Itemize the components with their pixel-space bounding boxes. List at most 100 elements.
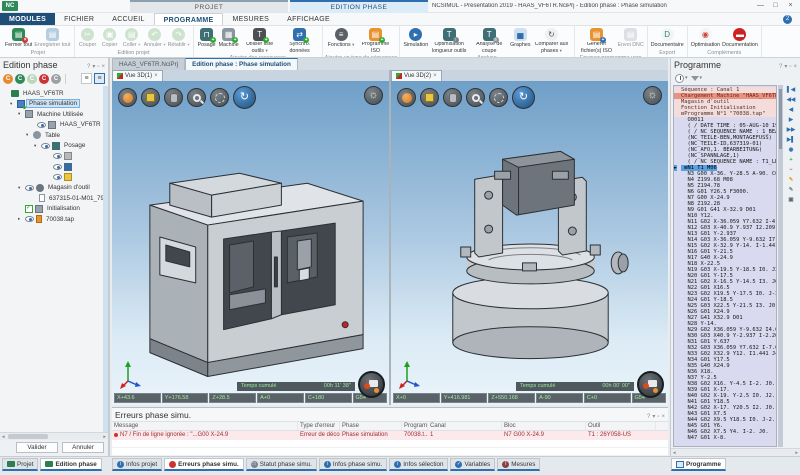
cube-view-icon[interactable] [420, 88, 439, 107]
viewport-tab[interactable]: Vue 3D(2) × [391, 70, 442, 81]
history-clock-icon[interactable]: ▾ [675, 74, 688, 83]
step-forward-icon[interactable]: ▶ [789, 117, 793, 124]
error-column-header[interactable]: Program... [402, 422, 428, 430]
code-horizontal-scrollbar[interactable] [671, 448, 800, 456]
highlight-edit-icon[interactable]: ✎ [789, 177, 794, 184]
section-view-icon[interactable] [489, 88, 508, 107]
bottom-dock-tab[interactable]: Erreurs phase simu. [164, 458, 244, 471]
tree-horizontal-scrollbar[interactable] [0, 432, 108, 440]
panel-control-icon[interactable]: × [793, 64, 797, 70]
zoom-icon[interactable] [187, 88, 206, 107]
ribbon-button[interactable]: ▅ Graphes [509, 27, 531, 49]
phase-duplicate-icon[interactable]: C [15, 74, 25, 84]
go-next-sequence-icon[interactable]: ▶▶ [787, 127, 795, 134]
ribbon-tab[interactable]: MESURES [223, 13, 278, 25]
view-settings-gear-icon[interactable]: ☼ [643, 86, 662, 105]
orbit-icon[interactable] [397, 88, 416, 107]
ribbon-button[interactable]: ↷ Rétablir ▾ [167, 27, 191, 49]
tree-expander-icon[interactable]: ▾ [18, 111, 25, 117]
cube-view-icon[interactable] [141, 88, 160, 107]
ribbon-button[interactable]: ⇄+ Synchro. données [280, 27, 320, 54]
view-settings-gear-icon[interactable]: ☼ [364, 86, 383, 105]
tree-item[interactable] [0, 162, 108, 173]
ribbon-button[interactable]: ⊓+ Posage [196, 27, 218, 49]
tree-item[interactable]: HAAS_VF6TR [0, 120, 108, 131]
gcode-listing[interactable]: Séquence : Canal 1Chargement Machine "HA… [673, 85, 777, 447]
cylinder-view-icon[interactable] [443, 88, 462, 107]
phase-new-icon[interactable]: C [3, 74, 13, 84]
go-first-block-icon[interactable]: ▌◀ [787, 87, 795, 94]
list-view-icon[interactable]: ≡ [81, 73, 92, 84]
tree-item[interactable]: ▾ Magasin d'outil [0, 183, 108, 194]
bottom-dock-tab[interactable]: i Infos projet [112, 458, 162, 471]
tree-item[interactable]: ▾ Table [0, 130, 108, 141]
ribbon-button[interactable]: ↶ Annuler ▾ [143, 27, 167, 49]
close-view-icon[interactable]: × [433, 71, 437, 81]
phase-options-icon[interactable]: C [51, 74, 61, 84]
left-panel-tab[interactable]: Edition phase [40, 458, 101, 471]
fixture-3d-view[interactable]: ↻ ☼ Temps cumulé00h 00' 00'' X+0Y+416.98… [391, 81, 668, 405]
phase-delete-icon[interactable]: C [39, 74, 49, 84]
orbit-icon[interactable] [118, 88, 137, 107]
viewport-tab[interactable]: Vue 3D(1) × [112, 70, 163, 81]
error-column-header[interactable]: Type d'erreur [298, 422, 340, 430]
machine-status-hud-icon[interactable] [637, 371, 664, 398]
code-line[interactable]: N47 G01 X-8. [674, 435, 776, 441]
tree-item[interactable]: ▸ 70038.tap [0, 214, 108, 225]
ribbon-button[interactable]: ↻ Comparer aux phases ▾ [532, 27, 572, 54]
panel-control-icon[interactable]: ▫ [657, 414, 659, 420]
panel-control-icon[interactable]: ▫ [789, 64, 791, 70]
go-last-block-icon[interactable]: ▶▌ [787, 137, 795, 144]
tree-expander-icon[interactable]: ▾ [34, 143, 41, 149]
bottom-dock-tab[interactable]: i Infos sélection [389, 458, 448, 471]
panel-action-button[interactable]: Valider [16, 442, 58, 453]
tree-item[interactable] [0, 151, 108, 162]
ribbon-tab[interactable]: PROGRAMME [154, 13, 224, 25]
phase-paste-icon[interactable]: C [27, 74, 37, 84]
machine-3d-view[interactable]: ↻ ☼ Temps cumulé00h 11' 38'' X+43.6Y+176… [112, 81, 389, 405]
refresh-view-icon[interactable]: ↻ [233, 86, 256, 109]
close-view-icon[interactable]: × [154, 71, 158, 81]
step-backward-icon[interactable]: ◀ [789, 107, 793, 114]
ribbon-button[interactable]: ▤+ Générer fichier(s) ISO [577, 27, 617, 54]
document-tab[interactable]: HAAS_VF6TR.NciPrj [112, 58, 185, 70]
ribbon-tab[interactable]: AFFICHAGE [278, 13, 339, 25]
code-vertical-scrollbar[interactable] [778, 85, 783, 447]
tree-item[interactable]: ▾ Machine Utilisée [0, 109, 108, 120]
zoom-icon[interactable] [466, 88, 485, 107]
tree-expander-icon[interactable]: ▾ [26, 132, 33, 138]
document-tab[interactable]: Edition phase : Phase simulation [185, 58, 298, 70]
machine-status-hud-icon[interactable] [358, 371, 385, 398]
tree-item[interactable]: ▾ Posage [0, 141, 108, 152]
error-column-header[interactable]: Message [112, 422, 298, 430]
ribbon-tab[interactable]: FICHIER [55, 13, 103, 25]
ribbon-button[interactable]: ▤ Envoi DNC [617, 27, 645, 49]
save-program-icon[interactable]: ▣ [788, 197, 793, 204]
panel-action-button[interactable]: Annuler [62, 442, 104, 453]
cylinder-view-icon[interactable] [164, 88, 183, 107]
find-block-icon[interactable]: ◉ [789, 147, 794, 154]
bottom-dock-tab[interactable]: i Infos phase simu. [319, 458, 387, 471]
filter-icon[interactable]: ▾ [691, 75, 703, 81]
ribbon-button[interactable]: ▤+ Programme ISO [355, 27, 395, 54]
tree-item[interactable]: Initialisation [0, 204, 108, 215]
panel-control-icon[interactable]: ▫ [97, 64, 99, 70]
notification-badge[interactable]: 2 [783, 15, 792, 24]
ribbon-button[interactable]: ▤× Fermer tout [4, 27, 33, 49]
ribbon-button[interactable]: D Documentaire [650, 27, 685, 49]
tree-item[interactable] [0, 172, 108, 183]
error-column-header[interactable]: Outil [586, 422, 656, 430]
panel-control-icon[interactable]: ▾ [784, 64, 787, 70]
ribbon-button[interactable]: ≡ Fonctions ▾ [327, 27, 356, 49]
ribbon-button[interactable]: ▤ Enregistrer tout [33, 27, 71, 49]
tree-item[interactable]: HAAS_VF6TR [0, 88, 108, 99]
ribbon-button[interactable]: ◉ Optimisation [690, 27, 721, 49]
left-panel-tab[interactable]: Projet [2, 458, 38, 471]
ribbon-button[interactable]: ▦+ Machine [218, 27, 240, 49]
remove-block-icon[interactable]: − [789, 167, 792, 174]
add-block-icon[interactable]: + [789, 157, 792, 164]
ribbon-tab[interactable]: ACCUEIL [103, 13, 153, 25]
ribbon-button[interactable]: ▣ Copier [99, 27, 121, 49]
ribbon-button[interactable]: ✂ Couper [77, 27, 99, 49]
error-column-header[interactable]: Phase [340, 422, 402, 430]
